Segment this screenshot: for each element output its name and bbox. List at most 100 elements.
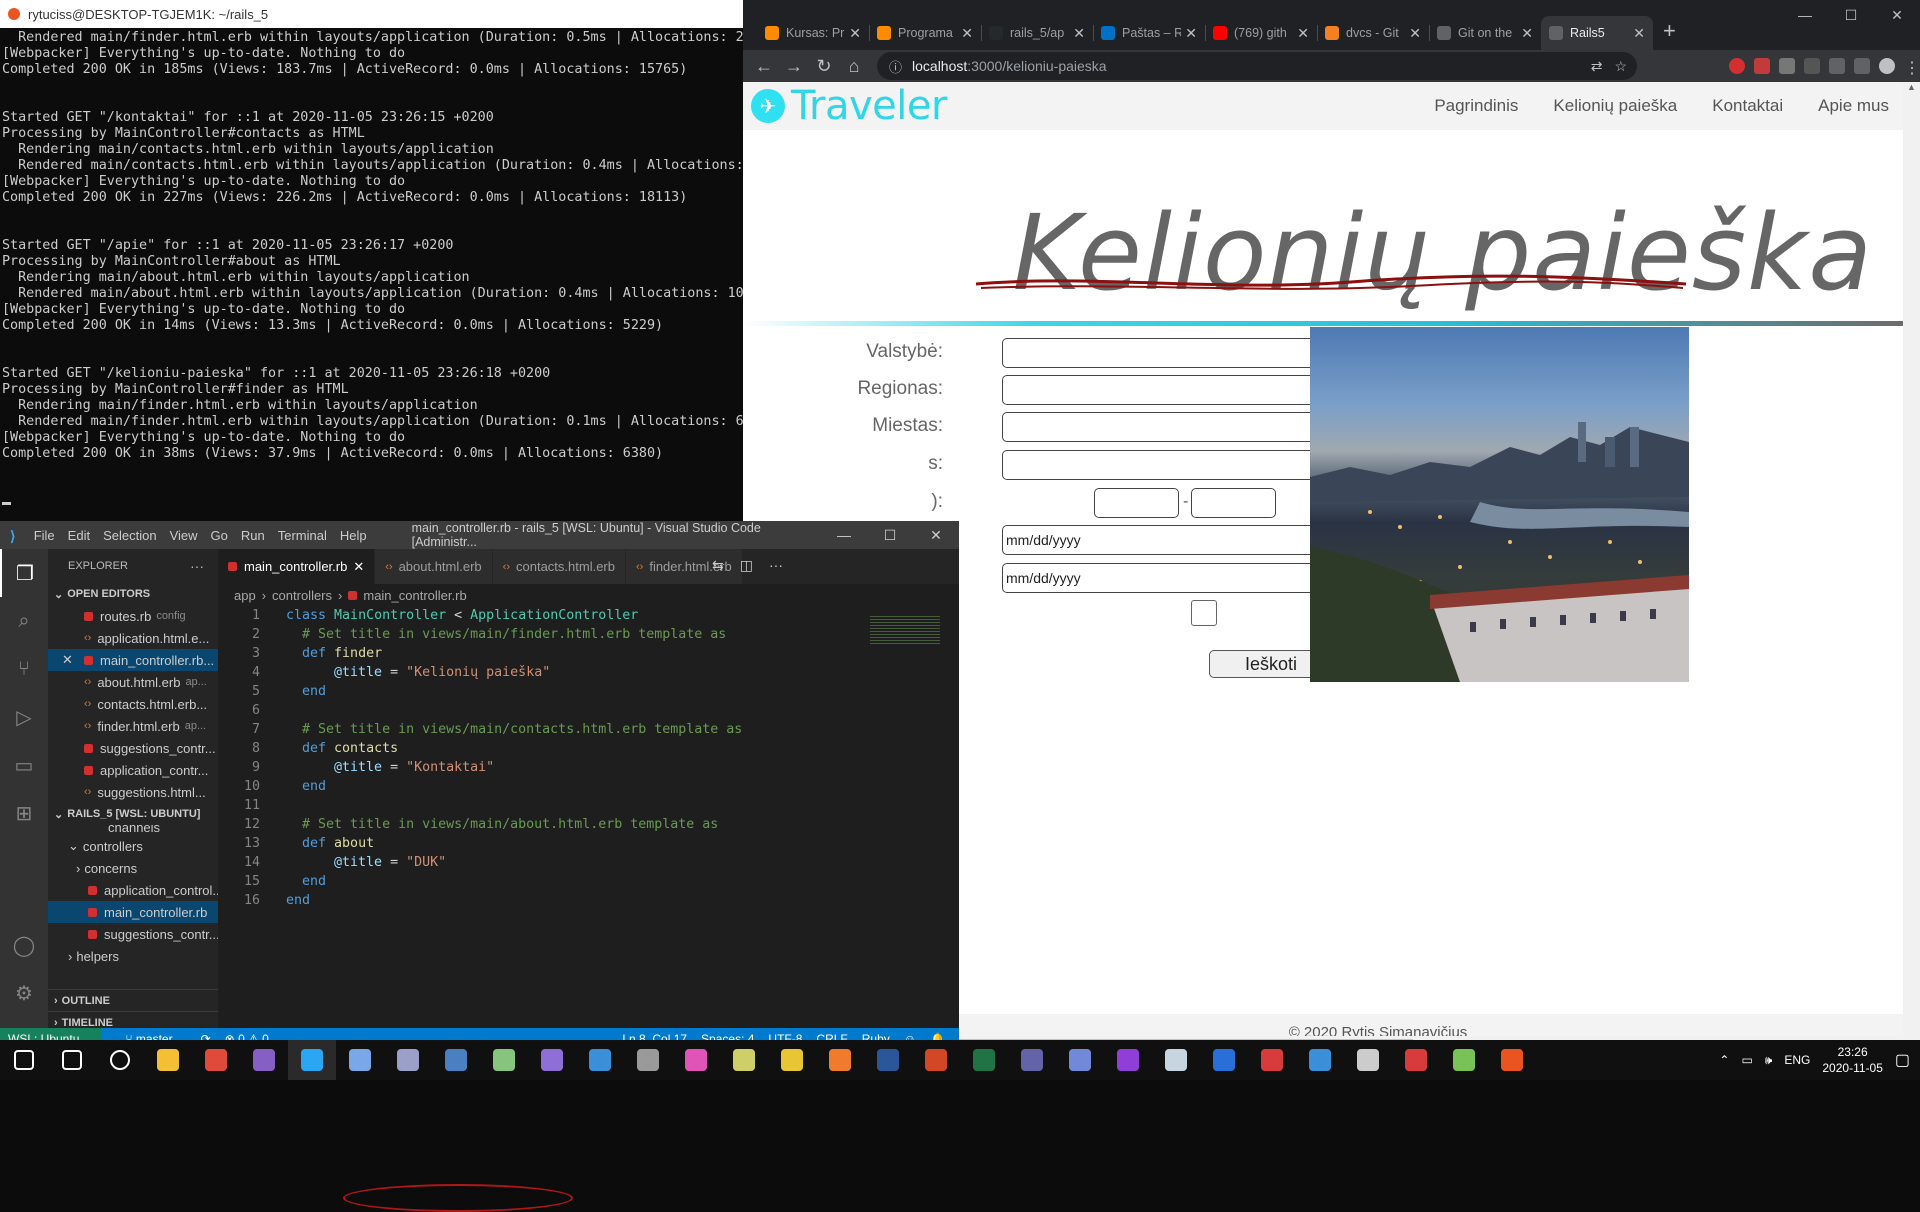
profile-avatar[interactable] bbox=[1879, 58, 1895, 74]
nav-link[interactable]: Apie mus bbox=[1818, 96, 1889, 116]
option-checkbox[interactable] bbox=[1191, 600, 1217, 626]
tab-close-icon[interactable]: ✕ bbox=[1185, 25, 1197, 42]
tab-close-icon[interactable]: ✕ bbox=[1409, 25, 1421, 42]
reload-icon[interactable]: ↻ bbox=[809, 56, 839, 77]
country-input[interactable] bbox=[1002, 338, 1330, 368]
tree-item[interactable]: › concerns bbox=[48, 857, 218, 879]
tree-item[interactable]: › helpers bbox=[48, 945, 218, 967]
terminal-output[interactable]: Rendered main/finder.html.erb within lay… bbox=[0, 28, 752, 512]
vertical-scrollbar[interactable]: ▲ bbox=[1903, 82, 1920, 1050]
code-line[interactable]: 7 # Set title in views/main/contacts.htm… bbox=[218, 720, 898, 739]
range-min-input[interactable] bbox=[1094, 488, 1179, 518]
r-icon[interactable] bbox=[432, 1040, 480, 1080]
browser-tab[interactable]: Git on the ✕ bbox=[1429, 16, 1541, 50]
open-editor-item[interactable]: ✕ main_controller.rb... bbox=[48, 649, 218, 671]
minimize-icon[interactable]: — bbox=[821, 527, 867, 544]
new-tab-button[interactable]: + bbox=[1663, 18, 1676, 44]
maximize-icon[interactable]: ☐ bbox=[867, 527, 913, 544]
clock[interactable]: 23:26 2020-11-05 bbox=[1822, 1044, 1883, 1076]
open-editor-item[interactable]: suggestions_contr... bbox=[48, 737, 218, 759]
more-actions-icon[interactable]: ··· bbox=[769, 557, 783, 574]
code-line[interactable]: 8 def contacts bbox=[218, 739, 898, 758]
extensions-icon[interactable]: ⊞ bbox=[0, 789, 48, 837]
chrome-icon[interactable] bbox=[192, 1040, 240, 1080]
extension-dark-icon[interactable] bbox=[1804, 58, 1820, 74]
tree-item[interactable]: suggestions_contr... bbox=[48, 923, 218, 945]
circle-app-icon[interactable] bbox=[1104, 1040, 1152, 1080]
open-editors-section[interactable]: ⌄ OPEN EDITORS bbox=[48, 583, 218, 605]
reading-list-icon[interactable] bbox=[1854, 58, 1870, 74]
editor-tab[interactable]: ‹› about.html.erb bbox=[375, 549, 493, 584]
tree-item[interactable]: ⌄ controllers bbox=[48, 835, 218, 857]
terminal-titlebar[interactable]: rytuciss@DESKTOP-TGJEM1K: ~/rails_5 bbox=[0, 0, 743, 28]
address-bar[interactable]: ⓘ localhost:3000/kelioniu-paieska ⇄ ☆ bbox=[877, 52, 1637, 80]
accounts-icon[interactable]: ◯ bbox=[0, 921, 48, 969]
database-icon[interactable] bbox=[624, 1040, 672, 1080]
date-from-input[interactable]: mm/dd/yyyy bbox=[1002, 525, 1330, 555]
nav-link[interactable]: Kontaktai bbox=[1712, 96, 1783, 116]
close-icon[interactable]: ✕ bbox=[913, 527, 959, 544]
code-line[interactable]: 2 # Set title in views/main/finder.html.… bbox=[218, 625, 898, 644]
search-icon[interactable] bbox=[48, 1040, 96, 1080]
translate-icon[interactable]: ⇄ bbox=[1591, 58, 1603, 75]
open-editor-item[interactable]: ‹› about.html.erb ap... bbox=[48, 671, 218, 693]
open-editor-item[interactable]: ‹› contacts.html.erb... bbox=[48, 693, 218, 715]
menu-item[interactable]: Edit bbox=[68, 528, 90, 543]
home-icon[interactable]: ⌂ bbox=[839, 56, 869, 77]
project-section[interactable]: ⌄ RAILS_5 [WSL: UBUNTU] bbox=[48, 803, 218, 825]
menu-item[interactable]: Go bbox=[211, 528, 228, 543]
ubuntu-icon[interactable] bbox=[1488, 1040, 1536, 1080]
cube-icon[interactable] bbox=[336, 1040, 384, 1080]
brush-icon[interactable] bbox=[768, 1040, 816, 1080]
source-control-icon[interactable]: ⑂ bbox=[0, 645, 48, 693]
code-line[interactable]: 9 @title = "Kontaktai" bbox=[218, 758, 898, 777]
tree-item[interactable]: main_controller.rb bbox=[48, 901, 218, 923]
code-line[interactable]: 14 @title = "DUK" bbox=[218, 853, 898, 872]
back-icon[interactable]: ← bbox=[749, 56, 779, 77]
range-max-input[interactable] bbox=[1191, 488, 1276, 518]
volume-icon[interactable]: 🕪 bbox=[1765, 1053, 1773, 1068]
vs-blue-icon[interactable] bbox=[1200, 1040, 1248, 1080]
more-actions-icon[interactable]: ··· bbox=[190, 558, 204, 574]
calculator-icon[interactable] bbox=[1296, 1040, 1344, 1080]
vscode-window[interactable]: ⟩ File Edit Selection View Go Run Terminal Help… bbox=[0, 521, 959, 1212]
timeline-section[interactable]: › TIMELINE bbox=[48, 1011, 218, 1028]
browser-tab[interactable]: dvcs - Git ✕ bbox=[1317, 16, 1429, 50]
menu-item[interactable]: Selection bbox=[103, 528, 156, 543]
code-line[interactable]: 10 end bbox=[218, 777, 898, 796]
extension-gray-icon[interactable] bbox=[1779, 58, 1795, 74]
editor-tab[interactable]: main_controller.rb ✕ bbox=[218, 549, 376, 585]
chevron-up-icon[interactable]: ⌃ bbox=[1719, 1053, 1729, 1067]
scroll-up-icon[interactable]: ▲ bbox=[1903, 82, 1920, 92]
browser-tab[interactable]: Kursas: Pr ✕ bbox=[757, 16, 869, 50]
tab-close-icon[interactable]: ✕ bbox=[1521, 25, 1533, 42]
app-icon[interactable] bbox=[528, 1040, 576, 1080]
browser-tab[interactable]: Programa ✕ bbox=[869, 16, 981, 50]
code-editor[interactable]: 1 class MainController < ApplicationContr… bbox=[218, 606, 898, 910]
breadcrumb-item[interactable]: app bbox=[234, 588, 256, 603]
menu-item[interactable]: View bbox=[170, 528, 198, 543]
git-icon[interactable] bbox=[1344, 1040, 1392, 1080]
breadcrumb-item[interactable]: main_controller.rb bbox=[363, 588, 466, 603]
code-line[interactable]: 1 class MainController < ApplicationContr… bbox=[218, 606, 898, 625]
run-debug-icon[interactable]: ▷ bbox=[0, 693, 48, 741]
cortana-icon[interactable] bbox=[96, 1040, 144, 1080]
excel-icon[interactable] bbox=[960, 1040, 1008, 1080]
android-icon[interactable] bbox=[1392, 1040, 1440, 1080]
xampp-icon[interactable] bbox=[720, 1040, 768, 1080]
network-icon[interactable]: ▭ bbox=[1741, 1053, 1752, 1067]
code-line[interactable]: 13 def about bbox=[218, 834, 898, 853]
explorer-icon[interactable]: ❐ bbox=[0, 549, 48, 597]
language-indicator[interactable]: ENG bbox=[1784, 1053, 1810, 1067]
browser-tab[interactable]: (769) gith ✕ bbox=[1205, 16, 1317, 50]
extensions-puzzle-icon[interactable] bbox=[1829, 58, 1845, 74]
nav-link[interactable]: Pagrindinis bbox=[1434, 96, 1518, 116]
code-line[interactable]: 3 def finder bbox=[218, 644, 898, 663]
open-editor-item[interactable]: application_contr... bbox=[48, 759, 218, 781]
paint-icon[interactable] bbox=[672, 1040, 720, 1080]
code-line[interactable]: 12 # Set title in views/main/about.html.… bbox=[218, 815, 898, 834]
search-icon[interactable]: ⌕ bbox=[0, 597, 48, 645]
tab-close-icon[interactable]: ✕ bbox=[1073, 25, 1085, 42]
file-explorer-icon[interactable] bbox=[144, 1040, 192, 1080]
menu-item[interactable]: File bbox=[34, 528, 55, 543]
